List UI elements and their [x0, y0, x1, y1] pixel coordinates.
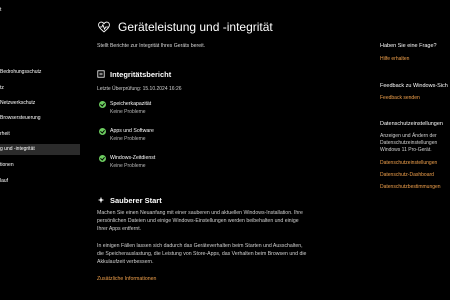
health-item-apps: Apps und Software [110, 128, 154, 134]
fresh-start-description: Machen Sie einen Neuanfang mit einer sau… [97, 210, 303, 232]
more-info-link[interactable]: Zusätzliche Informationen [97, 276, 156, 282]
fresh-start-icon [97, 196, 105, 204]
sidebar-item-browser-control[interactable]: Browsersteuerung [0, 113, 80, 124]
sidebar-title: t [0, 7, 2, 13]
report-icon [97, 70, 105, 78]
sidebar: t Bedrohungsschutz tz Netzwerkschutz Bro… [0, 0, 80, 300]
page-title: Geräteleistung und -integrität [118, 20, 273, 34]
send-feedback-link[interactable]: Feedback senden [380, 95, 420, 101]
check-icon [99, 128, 106, 135]
health-item-storage: Speicherkapazität [110, 101, 152, 107]
get-help-link[interactable]: Hilfe erhalten [380, 56, 409, 62]
health-item-apps-status: Keine Probleme [110, 136, 146, 142]
main-content: Geräteleistung und -integrität Stellt Be… [80, 0, 365, 300]
privacy-heading: Datenschutzeinstellungen [380, 121, 443, 127]
sidebar-item-threat-protection[interactable]: Bedrohungsschutz [0, 67, 80, 78]
privacy-statement-link[interactable]: Datenschutzbestimmungen [380, 184, 441, 190]
sidebar-item-account-protection[interactable]: tz [0, 83, 80, 94]
sidebar-item-device-security[interactable]: rheit [0, 129, 80, 140]
sidebar-item-protection-history[interactable]: lauf [0, 176, 80, 187]
health-item-time-service: Windows-Zeitdienst [110, 155, 156, 161]
last-check-timestamp: Letzte Überprüfung: 15.10.2024 16:26 [97, 86, 182, 92]
sidebar-item-network-protection[interactable]: Netzwerkschutz [0, 98, 80, 109]
check-icon [99, 155, 106, 162]
question-heading: Haben Sie eine Frage? [380, 43, 437, 49]
fresh-start-title: Sauberer Start [110, 196, 162, 205]
feedback-heading: Feedback zu Windows-Sich [380, 83, 448, 89]
sidebar-item-device-health[interactable]: g und -integrität [0, 144, 80, 155]
sidebar-item-family-options[interactable]: tionen [0, 160, 80, 171]
check-icon [99, 101, 106, 108]
heart-pulse-icon [98, 21, 110, 33]
right-panel: Haben Sie eine Frage? Hilfe erhalten Fee… [365, 0, 450, 300]
privacy-description: Anzeigen und Ändern der Datenschutzeinst… [380, 133, 438, 153]
privacy-dashboard-link[interactable]: Datenschutz-Dashboard [380, 172, 434, 178]
fresh-start-details: In einigen Fällen lassen sich dadurch da… [97, 243, 307, 265]
health-item-time-service-status: Keine Probleme [110, 163, 146, 169]
privacy-settings-link[interactable]: Datenschutzeinstellungen [380, 160, 437, 166]
page-subtitle: Stellt Berichte zur Integrität Ihres Ger… [97, 43, 206, 49]
health-report-title: Integritätsbericht [110, 70, 172, 79]
health-item-storage-status: Keine Probleme [110, 109, 146, 115]
